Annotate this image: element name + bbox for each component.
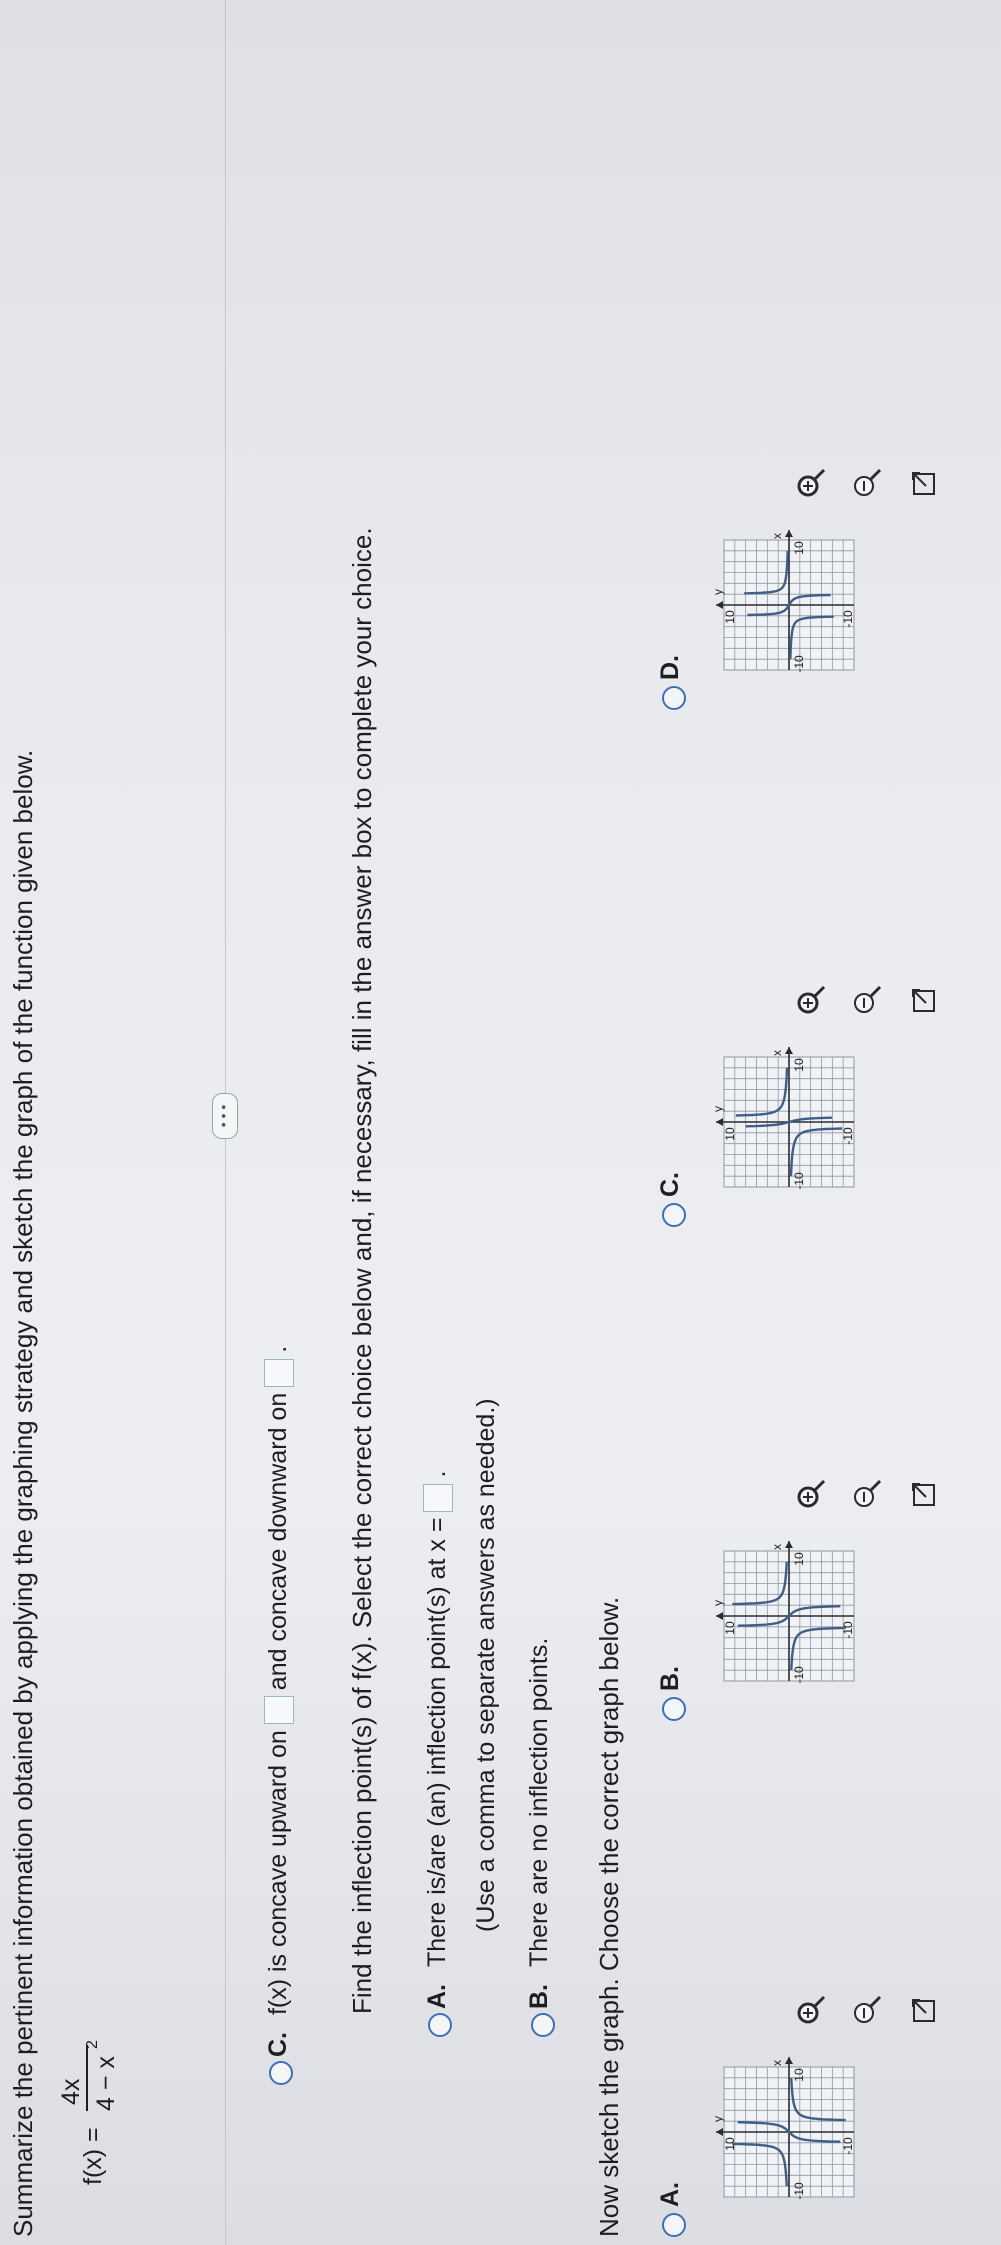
radio-graph-a[interactable] (662, 2213, 686, 2237)
x-axis-arrow (785, 2057, 793, 2064)
x-tick-neg: -10 (792, 1666, 806, 1684)
x-axis-arrow (785, 1541, 793, 1548)
y-axis-arrow (716, 2128, 723, 2136)
zoom-in-icon[interactable] (794, 1477, 828, 1511)
radio-concavity-c[interactable] (269, 2061, 293, 2085)
expand-icon[interactable] (906, 983, 940, 1017)
radio-inflection-a[interactable] (428, 2013, 452, 2037)
y-tick-neg: -10 (841, 610, 855, 628)
more-button[interactable]: • • • (212, 1093, 238, 1139)
x-tick-pos: 10 (792, 541, 806, 555)
concavity-statement: C. f(x) is concave upward on and concave … (264, 1345, 295, 2057)
graph-b: x y -10 10 10 -10 (711, 1541, 855, 1684)
y-axis-arrow (716, 1612, 723, 1620)
zoom-out-icon[interactable] (850, 466, 884, 500)
fraction-bar (86, 2045, 88, 2111)
x-tick-neg: -10 (792, 655, 806, 673)
y-axis-label: y (711, 1106, 725, 1112)
zoom-in-icon[interactable] (794, 983, 828, 1017)
function-denominator: 4 − x (92, 2056, 120, 2111)
y-axis-arrow (716, 601, 723, 609)
inflection-prompt: Find the inflection point(s) of f(x). Se… (347, 527, 377, 2014)
x-axis-label: x (770, 1050, 784, 1056)
y-axis-label: y (711, 2116, 725, 2122)
x-tick-neg: -10 (792, 2182, 806, 2200)
inflection-option-a: A. There is/are (an) inflection point(s)… (423, 1470, 454, 2009)
y-tick-neg: -10 (841, 2137, 855, 2155)
function-numerator: 4x (57, 2078, 85, 2105)
sketch-prompt: Now sketch the graph. Choose the correct… (594, 1596, 624, 2237)
expand-icon[interactable] (906, 1993, 940, 2027)
x-axis-label: x (770, 533, 784, 539)
inflection-hint: (Use a comma to separate answers as need… (472, 1398, 500, 1932)
zoom-in-icon[interactable] (794, 1993, 828, 2027)
x-axis-label: x (770, 2060, 784, 2066)
inflection-option-a-text: There is/are (an) inflection point(s) at… (423, 1517, 451, 1968)
graph-option-label: C. (656, 1172, 684, 1197)
y-tick-pos: 10 (723, 610, 737, 624)
y-axis-label: y (711, 1600, 725, 1606)
zoom-out-icon[interactable] (850, 983, 884, 1017)
radio-graph-b[interactable] (662, 1697, 686, 1721)
y-tick-pos: 10 (723, 2137, 737, 2151)
inflection-option-b-letter: B. (525, 1984, 553, 2009)
zoom-out-icon[interactable] (850, 1477, 884, 1511)
concavity-letter: C. (264, 2032, 292, 2057)
x-tick-neg: -10 (792, 1172, 806, 1190)
zoom-in-icon[interactable] (794, 466, 828, 500)
radio-inflection-b[interactable] (531, 2013, 555, 2037)
y-tick-pos: 10 (723, 1621, 737, 1635)
x-axis-arrow (785, 1047, 793, 1054)
y-axis-arrow (716, 1118, 723, 1126)
x-tick-pos: 10 (792, 1552, 806, 1566)
x-tick-pos: 10 (792, 2068, 806, 2082)
radio-graph-c[interactable] (662, 1203, 686, 1227)
y-tick-pos: 10 (723, 1127, 737, 1141)
concavity-text-after: . (264, 1345, 292, 1353)
graph-option-label: A. (656, 2182, 684, 2207)
graph-option-label: D. (656, 655, 684, 680)
concave-down-input[interactable] (264, 1358, 295, 1387)
graph-option-label: B. (656, 1666, 684, 1691)
inflection-option-a-letter: A. (423, 1984, 451, 2009)
expand-icon[interactable] (906, 1477, 940, 1511)
y-tick-neg: -10 (841, 1127, 855, 1145)
x-tick-pos: 10 (792, 1058, 806, 1072)
concavity-text-middle: and concave downward on (264, 1392, 292, 1691)
concave-up-input[interactable] (264, 1696, 295, 1725)
x-axis-label: x (770, 1544, 784, 1550)
radio-graph-d[interactable] (662, 686, 686, 710)
inflection-option-a-after: . (423, 1470, 451, 1478)
inflection-option-b: B. There are no inflection points. (525, 1638, 554, 2009)
question-panel: Summarize the pertinent information obta… (0, 0, 1001, 2245)
y-tick-neg: -10 (841, 1621, 855, 1639)
expand-icon[interactable] (906, 466, 940, 500)
y-axis-label: y (711, 589, 725, 595)
function-lhs: f(x) = (79, 2127, 107, 2185)
inflection-input[interactable] (423, 1483, 454, 1512)
graph-a: x y -10 10 10 -10 (711, 2057, 855, 2200)
concavity-text-before: f(x) is concave upward on (264, 1730, 292, 2016)
function-exponent: 2 (84, 2040, 101, 2049)
graph-d: x y -10 10 10 -10 (711, 530, 855, 673)
question-instruction: Summarize the pertinent information obta… (8, 749, 38, 2237)
inflection-option-b-text: There are no inflection points. (525, 1637, 553, 1968)
graph-c: x y -10 10 10 -10 (711, 1047, 855, 1190)
x-axis-arrow (785, 530, 793, 537)
zoom-out-icon[interactable] (850, 1993, 884, 2027)
